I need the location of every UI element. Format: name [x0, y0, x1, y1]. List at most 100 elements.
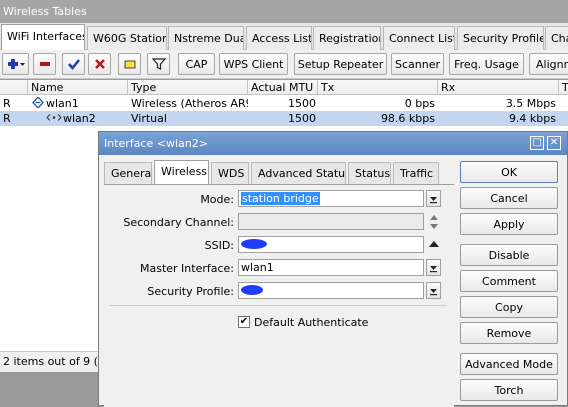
tab-bar: WiFi Interfaces W60G Station Nstreme Dua… [0, 23, 568, 50]
remove-button[interactable] [33, 53, 56, 75]
secondary-channel-field [238, 213, 424, 230]
redaction-mark [241, 285, 263, 295]
mode-dropdown[interactable] [426, 190, 441, 207]
virtual-interface-icon [46, 112, 62, 126]
row-type: Virtual [131, 112, 167, 125]
disable-button[interactable]: Disable [460, 244, 558, 266]
checkmark-icon: ✔ [239, 316, 249, 327]
remove-button[interactable]: Remove [460, 322, 558, 344]
copy-button[interactable]: Copy [460, 296, 558, 318]
comment-button[interactable]: Comment [460, 270, 558, 292]
default-authenticate-label: Default Authenticate [254, 316, 369, 329]
master-interface-value: wlan1 [241, 261, 274, 274]
tab-nstreme-dual[interactable]: Nstreme Dual [168, 26, 244, 50]
dropdown-arrow-icon [430, 265, 437, 272]
row-rx: 3.5 Mbps [505, 97, 556, 110]
note-icon [124, 60, 135, 69]
security-profile-dropdown[interactable] [426, 282, 441, 299]
collapse-arrow-icon[interactable] [428, 239, 440, 252]
dialog-tab-advanced-status[interactable]: Advanced Status [251, 162, 346, 184]
torch-button[interactable]: Torch [460, 379, 558, 401]
dialog-tab-traffic[interactable]: Traffic [393, 162, 439, 184]
column-header-tx[interactable]: Tx [318, 80, 438, 95]
alignment-button[interactable]: Alignme [529, 53, 568, 75]
filter-icon [151, 58, 166, 70]
column-header-rx[interactable]: Rx [438, 80, 559, 95]
row-mtu: 1500 [288, 97, 316, 110]
toolbar: CAP WPS Client Setup Repeater Scanner Fr… [0, 50, 568, 79]
close-icon[interactable]: ✕ [547, 136, 561, 150]
cancel-button[interactable]: Cancel [460, 187, 558, 209]
row-rx: 9.4 kbps [508, 112, 556, 125]
check-icon [67, 59, 80, 70]
tab-security-profiles[interactable]: Security Profiles [457, 26, 544, 50]
mode-label: Mode: [200, 193, 234, 206]
dialog-tab-status[interactable]: Status [348, 162, 391, 184]
default-authenticate-checkbox[interactable]: ✔ [238, 316, 250, 328]
dialog-title-bar[interactable]: Interface <wlan2> □ ✕ [99, 132, 567, 155]
master-interface-label: Master Interface: [139, 262, 234, 275]
status-bar: 2 items out of 9 (1 se [0, 351, 110, 372]
column-header-extra[interactable]: T [559, 80, 568, 95]
ssid-label: SSID: [204, 239, 234, 252]
interface-dialog: Interface <wlan2> □ ✕ General Wireless W… [98, 131, 568, 407]
tab-wifi-interfaces[interactable]: WiFi Interfaces [1, 24, 85, 50]
tab-connect-list[interactable]: Connect List [383, 26, 455, 50]
column-header-name[interactable]: Name [28, 80, 128, 95]
divider [109, 305, 447, 306]
wireless-interface-icon [32, 97, 44, 111]
dropdown-arrow-icon [430, 196, 437, 203]
minus-icon [39, 62, 50, 66]
master-interface-dropdown[interactable] [426, 259, 441, 276]
security-profile-select[interactable] [238, 282, 424, 299]
filter-button[interactable] [147, 53, 170, 75]
tab-w60g-station[interactable]: W60G Station [87, 26, 167, 50]
tab-access-list[interactable]: Access List [246, 26, 312, 50]
wps-client-button[interactable]: WPS Client [219, 53, 288, 75]
window-title: Wireless Tables [0, 0, 568, 23]
cross-icon [94, 59, 105, 69]
security-profile-label: Security Profile: [147, 285, 234, 298]
row-name: wlan2 [63, 112, 96, 125]
cap-button[interactable]: CAP [178, 53, 215, 75]
table-row-selected[interactable]: R wlan2 Virtual 1500 98.6 kbps 9.4 kbps [0, 111, 568, 126]
dialog-tab-wireless[interactable]: Wireless [154, 160, 209, 184]
row-type: Wireless (Atheros AR9... [131, 97, 248, 110]
row-flag: R [3, 112, 11, 125]
enable-button[interactable] [62, 53, 85, 75]
tab-registration[interactable]: Registration [313, 26, 381, 50]
advanced-mode-button[interactable]: Advanced Mode [460, 353, 558, 375]
plus-icon [7, 59, 25, 69]
dialog-tab-general[interactable]: General [104, 162, 152, 184]
dialog-tab-bar: General Wireless WDS Advanced Status Sta… [104, 160, 454, 184]
comment-button[interactable] [118, 53, 141, 75]
updown-arrows-icon [428, 214, 440, 233]
mode-select[interactable]: station bridge [238, 190, 424, 207]
apply-button[interactable]: Apply [460, 213, 558, 235]
master-interface-select[interactable]: wlan1 [238, 259, 424, 276]
setup-repeater-button[interactable]: Setup Repeater [294, 53, 387, 75]
secondary-channel-label: Secondary Channel: [123, 216, 234, 229]
row-tx: 0 bps [404, 97, 435, 110]
mode-value: station bridge [241, 192, 320, 205]
scanner-button[interactable]: Scanner [391, 53, 444, 75]
disable-button[interactable] [88, 53, 111, 75]
ssid-input[interactable] [238, 236, 424, 253]
column-header-type[interactable]: Type [128, 80, 248, 95]
table-row[interactable]: R wlan1 Wireless (Atheros AR9... 1500 0 … [0, 96, 568, 111]
row-mtu: 1500 [288, 112, 316, 125]
add-button[interactable] [2, 53, 29, 75]
window-title-text: Wireless Tables [3, 5, 87, 18]
column-header-flag[interactable] [0, 80, 28, 95]
ok-button[interactable]: OK [460, 161, 558, 183]
dialog-tab-wds[interactable]: WDS [211, 162, 249, 184]
maximize-icon[interactable]: □ [530, 136, 544, 150]
row-tx: 98.6 kbps [380, 112, 435, 125]
dialog-title: Interface <wlan2> [104, 137, 208, 150]
tab-channels[interactable]: Cha [545, 26, 568, 50]
items-count-text: 2 items out of 9 (1 se [3, 355, 110, 368]
column-header-mtu[interactable]: Actual MTU [248, 80, 318, 95]
row-flag: R [3, 97, 11, 110]
freq-usage-button[interactable]: Freq. Usage [449, 53, 524, 75]
row-name: wlan1 [46, 97, 79, 110]
